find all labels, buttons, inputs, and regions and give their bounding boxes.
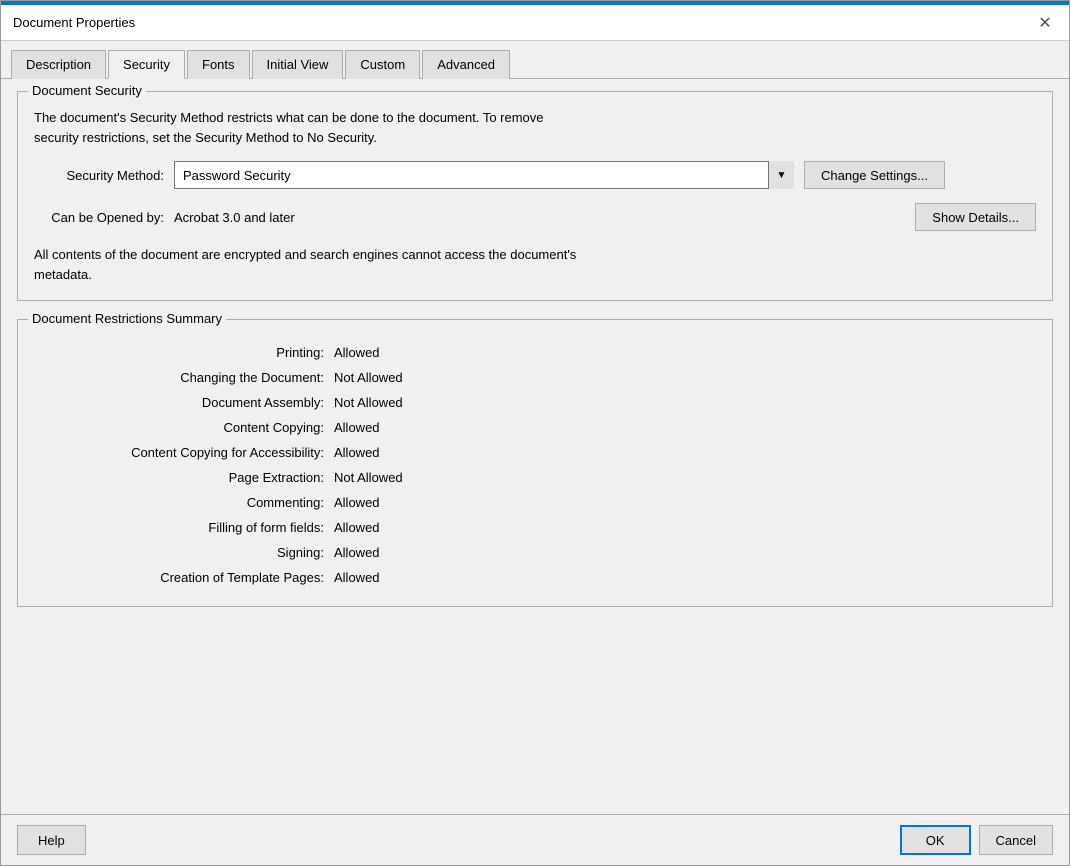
restriction-row-commenting: Commenting: Allowed	[34, 490, 1036, 515]
restriction-value-accessibility: Allowed	[334, 445, 380, 460]
button-bar-right: OK Cancel	[900, 825, 1053, 855]
restriction-label-content-copying: Content Copying:	[34, 420, 334, 435]
restriction-label-printing: Printing:	[34, 345, 334, 360]
restriction-value-signing: Allowed	[334, 545, 380, 560]
tab-security[interactable]: Security	[108, 50, 185, 79]
restriction-value-page-extraction: Not Allowed	[334, 470, 403, 485]
restriction-value-commenting: Allowed	[334, 495, 380, 510]
document-security-title: Document Security	[28, 83, 146, 98]
restrictions-list: Printing: Allowed Changing the Document:…	[34, 340, 1036, 590]
restriction-row-printing: Printing: Allowed	[34, 340, 1036, 365]
main-content: Document Security The document's Securit…	[1, 79, 1069, 814]
restriction-value-form-fields: Allowed	[334, 520, 380, 535]
tab-bar: Description Security Fonts Initial View …	[1, 41, 1069, 79]
restriction-row-accessibility: Content Copying for Accessibility: Allow…	[34, 440, 1036, 465]
restriction-label-assembly: Document Assembly:	[34, 395, 334, 410]
security-description-line2: security restrictions, set the Security …	[34, 128, 1036, 148]
tab-initial-view[interactable]: Initial View	[252, 50, 344, 79]
restriction-value-printing: Allowed	[334, 345, 380, 360]
security-method-row: Security Method: Password Security ▼ Cha…	[34, 161, 1036, 189]
encryption-note: All contents of the document are encrypt…	[34, 245, 1036, 284]
restriction-label-template-pages: Creation of Template Pages:	[34, 570, 334, 585]
restriction-label-changing: Changing the Document:	[34, 370, 334, 385]
security-method-label: Security Method:	[34, 168, 164, 183]
can-opened-row: Can be Opened by: Acrobat 3.0 and later …	[34, 203, 1036, 231]
can-opened-label: Can be Opened by:	[34, 210, 164, 225]
show-details-wrap: Show Details...	[915, 203, 1036, 231]
close-button[interactable]: ✕	[1033, 11, 1057, 35]
restrictions-title: Document Restrictions Summary	[28, 311, 226, 326]
document-security-group: Document Security The document's Securit…	[17, 91, 1053, 301]
security-description: The document's Security Method restricts…	[34, 108, 1036, 147]
restriction-label-form-fields: Filling of form fields:	[34, 520, 334, 535]
restriction-label-signing: Signing:	[34, 545, 334, 560]
help-button[interactable]: Help	[17, 825, 86, 855]
restriction-label-page-extraction: Page Extraction:	[34, 470, 334, 485]
title-bar: Document Properties ✕	[1, 5, 1069, 41]
tab-description[interactable]: Description	[11, 50, 106, 79]
security-method-select[interactable]: Password Security	[174, 161, 794, 189]
restriction-value-changing: Not Allowed	[334, 370, 403, 385]
security-method-select-wrapper: Password Security ▼	[174, 161, 794, 189]
restriction-row-template-pages: Creation of Template Pages: Allowed	[34, 565, 1036, 590]
restrictions-group: Document Restrictions Summary Printing: …	[17, 319, 1053, 607]
restriction-value-content-copying: Allowed	[334, 420, 380, 435]
restriction-label-accessibility: Content Copying for Accessibility:	[34, 445, 334, 460]
cancel-button[interactable]: Cancel	[979, 825, 1053, 855]
tab-advanced[interactable]: Advanced	[422, 50, 510, 79]
ok-button[interactable]: OK	[900, 825, 971, 855]
can-opened-value: Acrobat 3.0 and later	[174, 210, 295, 225]
restriction-value-assembly: Not Allowed	[334, 395, 403, 410]
restriction-label-commenting: Commenting:	[34, 495, 334, 510]
tab-fonts[interactable]: Fonts	[187, 50, 250, 79]
window-title: Document Properties	[13, 15, 135, 30]
restriction-row-form-fields: Filling of form fields: Allowed	[34, 515, 1036, 540]
restriction-value-template-pages: Allowed	[334, 570, 380, 585]
show-details-button[interactable]: Show Details...	[915, 203, 1036, 231]
button-bar: Help OK Cancel	[1, 814, 1069, 865]
change-settings-button[interactable]: Change Settings...	[804, 161, 945, 189]
restriction-row-changing: Changing the Document: Not Allowed	[34, 365, 1036, 390]
security-description-line1: The document's Security Method restricts…	[34, 108, 1036, 128]
restriction-row-assembly: Document Assembly: Not Allowed	[34, 390, 1036, 415]
tab-custom[interactable]: Custom	[345, 50, 420, 79]
restriction-row-signing: Signing: Allowed	[34, 540, 1036, 565]
restriction-row-page-extraction: Page Extraction: Not Allowed	[34, 465, 1036, 490]
document-properties-window: Document Properties ✕ Description Securi…	[0, 0, 1070, 866]
restriction-row-content-copying: Content Copying: Allowed	[34, 415, 1036, 440]
